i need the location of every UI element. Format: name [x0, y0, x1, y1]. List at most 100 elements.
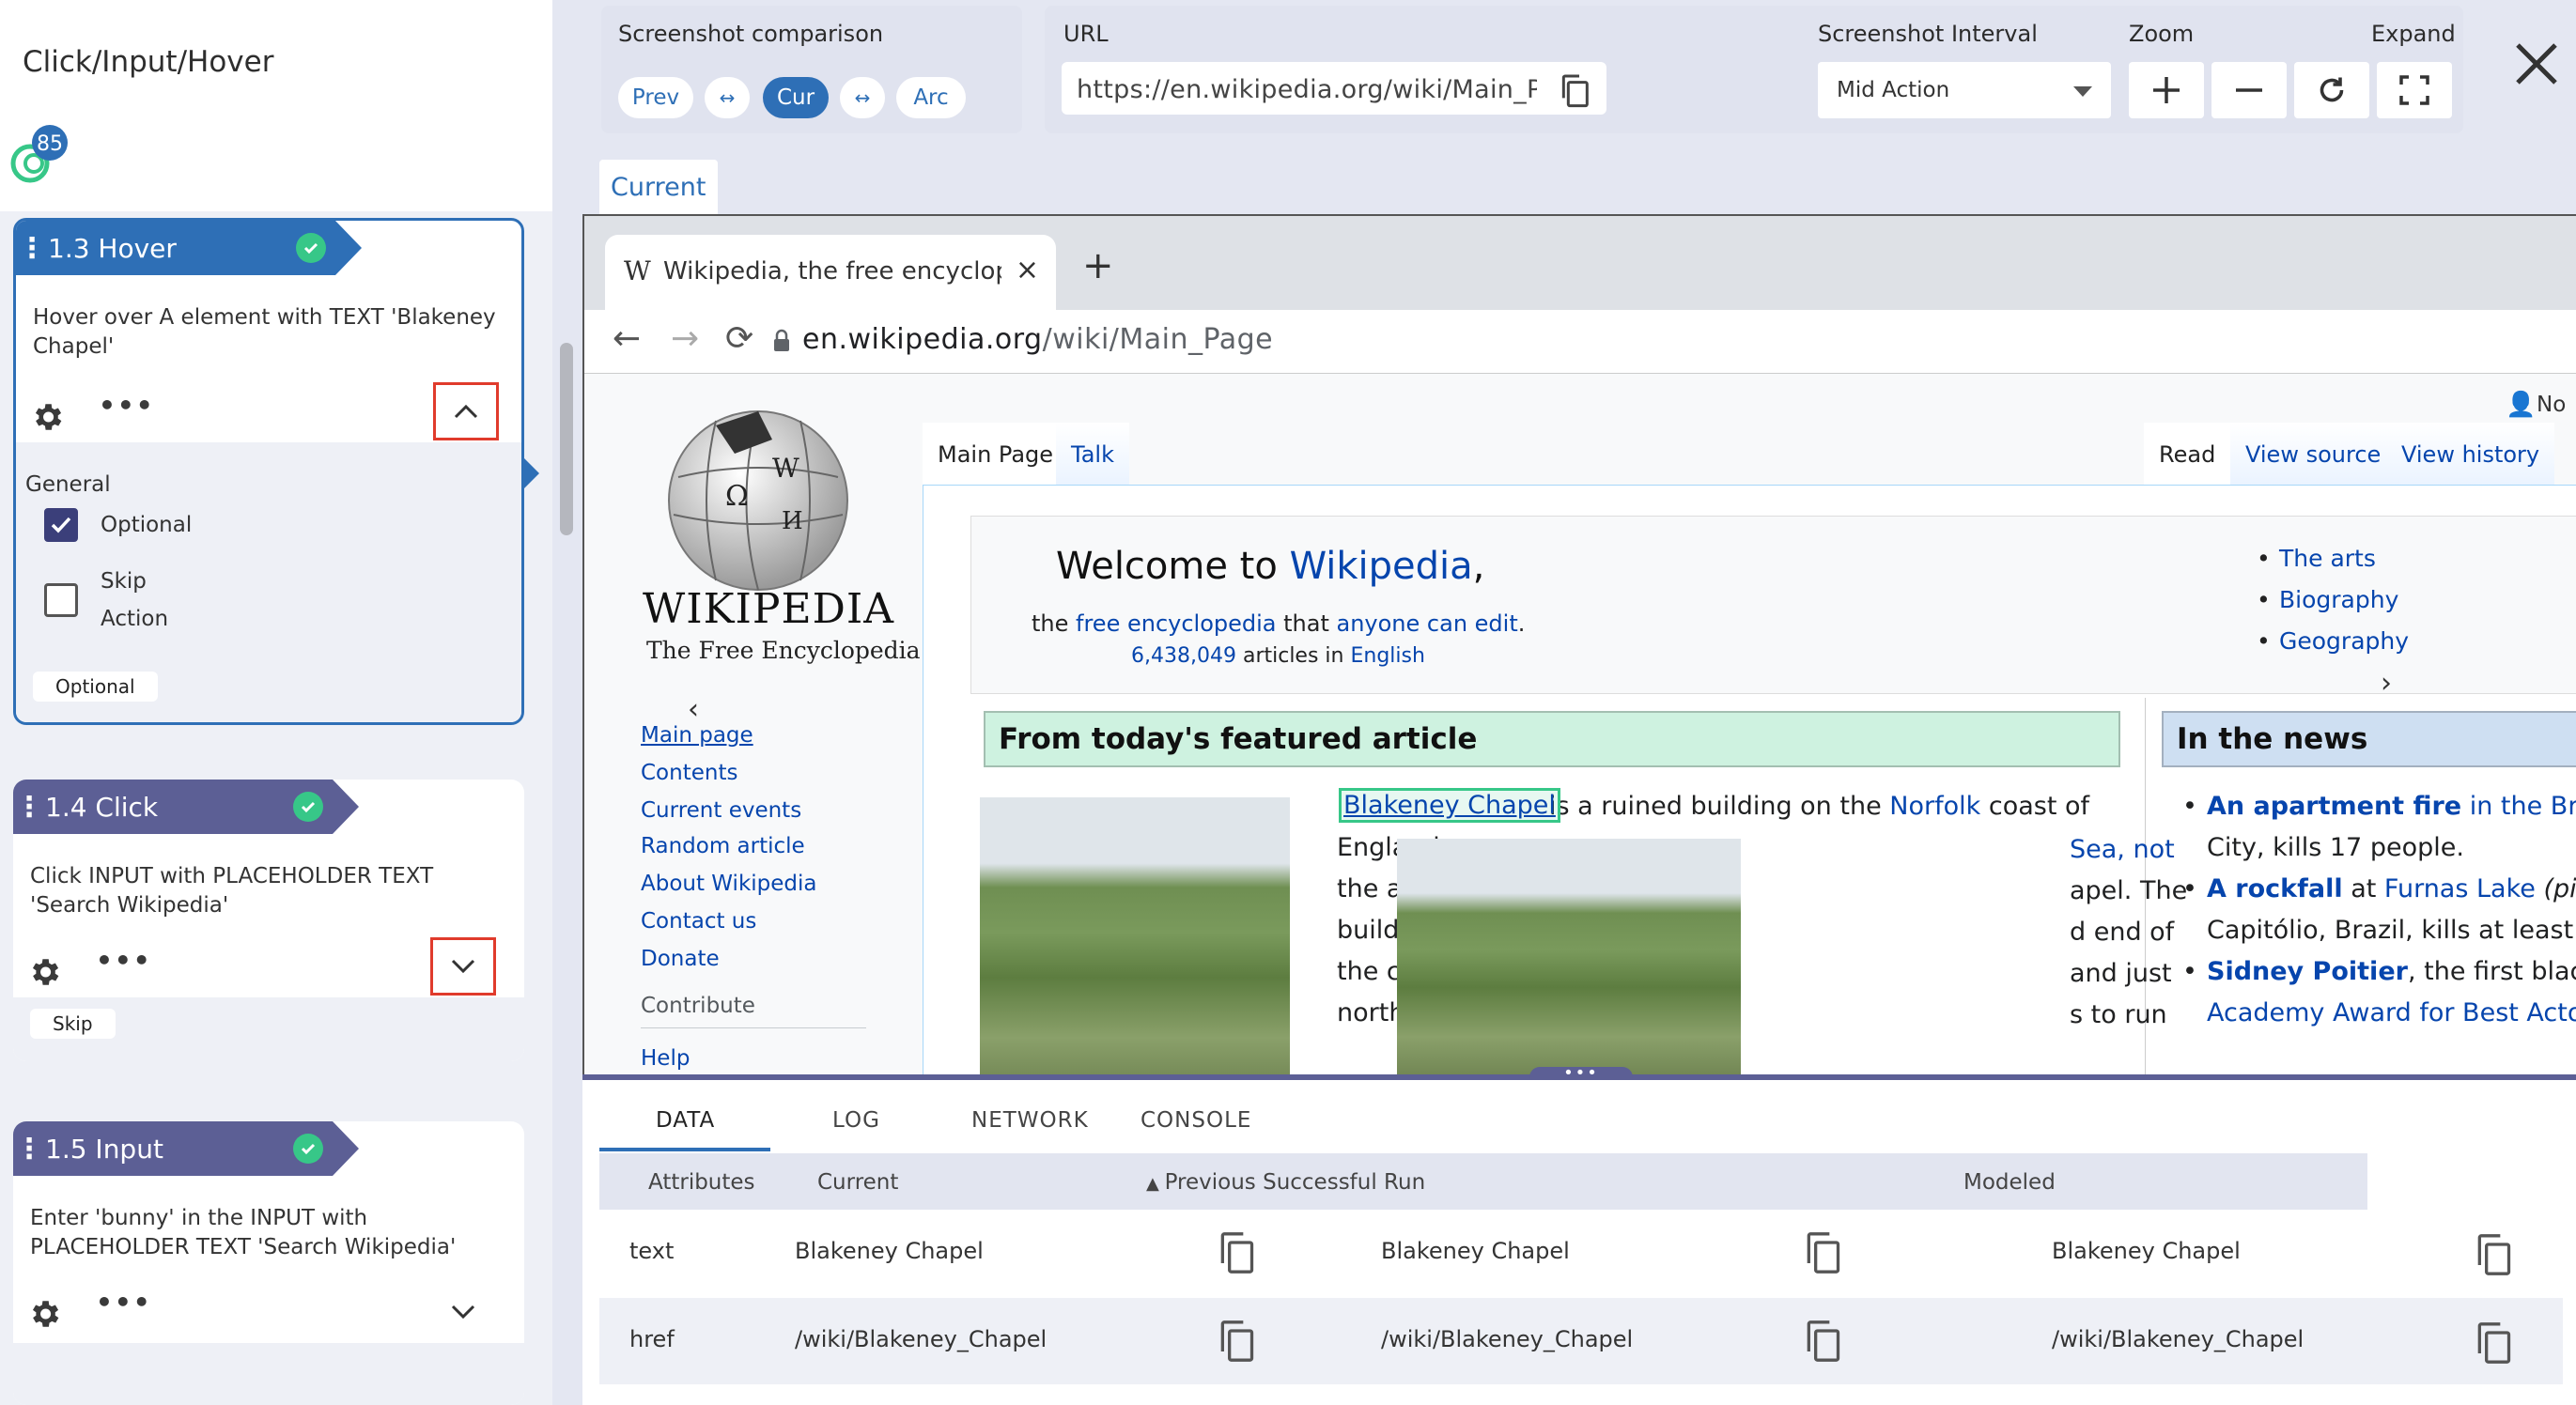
- step-list-scrollbar[interactable]: [560, 343, 573, 535]
- expand-button[interactable]: [2377, 62, 2452, 118]
- address-path: /wiki/Main_Page: [1042, 323, 1274, 356]
- featured-fragment: apel. The: [2070, 876, 2188, 905]
- optional-checkbox[interactable]: [44, 508, 78, 542]
- news-list: An apartment fire in the Bronx City, kil…: [2182, 786, 2576, 1034]
- active-tab-indicator: [599, 1148, 770, 1151]
- news-text: Academy Award for Best Actor: [2207, 998, 2576, 1027]
- close-button[interactable]: [2510, 38, 2563, 90]
- copy-icon[interactable]: [1556, 71, 1593, 116]
- featured-fragment: d end of: [2070, 918, 2175, 947]
- comparison-label: Screenshot comparison: [618, 21, 884, 47]
- copy-icon[interactable]: [1216, 1319, 1257, 1364]
- zoom-in-button[interactable]: [2129, 62, 2204, 118]
- drag-handle-icon[interactable]: ⋮: [13, 1133, 45, 1166]
- cell-modeled: Blakeney Chapel: [2052, 1238, 2241, 1264]
- portal-arts: The arts: [2257, 545, 2376, 572]
- status-badge: Skip: [30, 1009, 116, 1039]
- browser-tab-strip: W Wikipedia, the free encyclopedia × +: [584, 216, 2576, 310]
- selected-indicator: [524, 458, 539, 488]
- welcome-suffix: ,: [1472, 545, 1485, 588]
- more-options-icon[interactable]: •••: [99, 390, 155, 421]
- url-value: https://en.wikipedia.org/wiki/Main_Page: [1077, 75, 1537, 104]
- more-options-icon[interactable]: •••: [96, 1287, 152, 1318]
- expand-button[interactable]: [430, 937, 496, 996]
- news-italic: (pict: [2543, 874, 2576, 903]
- prev-button[interactable]: Prev: [618, 77, 693, 118]
- step-ribbon[interactable]: ⋮ 1.5 Input: [13, 1121, 359, 1176]
- copy-icon[interactable]: [1216, 1230, 1257, 1275]
- interval-select[interactable]: Mid Action: [1818, 62, 2111, 118]
- step-footer: [13, 1343, 524, 1405]
- address-host: en.wikipedia.org: [802, 323, 1043, 356]
- cell-previous: /wiki/Blakeney_Chapel: [1381, 1326, 1634, 1352]
- step-description: Click INPUT with PLACEHOLDER TEXT 'Searc…: [30, 864, 434, 918]
- wikipedia-wordmark: WIKIPEDIA: [643, 585, 895, 633]
- hover-preview-image: [1397, 839, 1741, 1076]
- cur-button[interactable]: Cur: [763, 77, 829, 118]
- featured-article-heading: From today's featured article: [984, 711, 2120, 767]
- step-card-1-4[interactable]: ⋮ 1.4 Click Click INPUT with PLACEHOLDER…: [13, 780, 524, 1061]
- address-bar: en.wikipedia.org/wiki/Main_Page: [802, 323, 1273, 356]
- copy-icon[interactable]: [1802, 1230, 1843, 1275]
- refresh-icon: [2320, 77, 2344, 102]
- step-ribbon[interactable]: ⋮ 1.3 Hover: [16, 221, 362, 275]
- step-card-1-3[interactable]: ⋮ 1.3 Hover Hover over A element with TE…: [13, 218, 524, 725]
- wikipedia-globe-logo: Ω W И: [668, 410, 848, 591]
- count-text: articles in: [1235, 644, 1351, 668]
- copy-icon[interactable]: [2473, 1232, 2514, 1277]
- tab-console[interactable]: CONSOLE: [1141, 1108, 1251, 1133]
- arc-button[interactable]: Arc: [896, 77, 966, 118]
- gear-icon[interactable]: [26, 1296, 62, 1332]
- nav-help: Help: [641, 1046, 691, 1071]
- gear-icon[interactable]: [29, 399, 65, 435]
- drag-handle-icon[interactable]: ⋮: [16, 232, 48, 265]
- swap-cur-arc-button[interactable]: ↔: [840, 77, 885, 118]
- reset-zoom-button[interactable]: [2294, 62, 2369, 118]
- drag-handle-icon[interactable]: ⋮: [13, 791, 45, 824]
- welcome-prefix: Welcome to: [1056, 545, 1290, 588]
- step-card-1-5[interactable]: ⋮ 1.5 Input Enter 'bunny' in the INPUT w…: [13, 1121, 524, 1405]
- news-text: City, kills 17 people.: [2207, 833, 2464, 862]
- step-settings: General Optional Skip Action Optional: [16, 442, 521, 722]
- featured-fragment: Sea, not: [2070, 835, 2175, 864]
- wp-tab-main-page: Main Page: [923, 423, 1069, 486]
- nav-current-events: Current events: [641, 798, 802, 823]
- expand-button[interactable]: [430, 1283, 496, 1341]
- article-count-link: 6,438,049: [1131, 644, 1236, 668]
- copy-icon[interactable]: [2473, 1320, 2514, 1366]
- swap-prev-cur-button[interactable]: ↔: [705, 77, 750, 118]
- wp-tab-read: Read: [2144, 423, 2231, 486]
- tab-data[interactable]: DATA: [656, 1108, 715, 1133]
- cell-current: Blakeney Chapel: [795, 1238, 984, 1264]
- step-footer: Skip: [13, 997, 524, 1061]
- step-panel: Click/Input/Hover 85 ⋮ 1.3 Hover Hover o…: [0, 0, 552, 1405]
- data-panel: DATA LOG NETWORK CONSOLE Attributes Curr…: [582, 1080, 2576, 1405]
- fullscreen-icon: [2399, 75, 2429, 105]
- free-encyclopedia-link: free encyclopedia: [1076, 610, 1277, 637]
- news-text: Capitólio, Brazil, kills at least 1: [2207, 916, 2576, 945]
- url-field[interactable]: https://en.wikipedia.org/wiki/Main_Page: [1062, 62, 1606, 115]
- sub-text: that: [1276, 610, 1337, 637]
- more-options-icon[interactable]: •••: [96, 945, 152, 976]
- step-ribbon[interactable]: ⋮ 1.4 Click: [13, 780, 359, 834]
- copy-icon[interactable]: [1802, 1319, 1843, 1364]
- header-previous-label: Previous Successful Run: [1164, 1170, 1426, 1195]
- tab-log[interactable]: LOG: [832, 1108, 880, 1133]
- success-check-icon: [293, 1134, 323, 1164]
- close-icon: [2516, 43, 2557, 85]
- tab-network[interactable]: NETWORK: [971, 1108, 1089, 1133]
- zoom-out-button[interactable]: [2211, 62, 2287, 118]
- divider: [641, 1027, 866, 1028]
- news-link: Furnas Lake: [2383, 874, 2536, 903]
- skip-action-checkbox[interactable]: [44, 583, 78, 617]
- collapse-button[interactable]: [433, 382, 499, 440]
- gear-icon[interactable]: [26, 954, 62, 990]
- user-status: No: [2537, 393, 2567, 417]
- hover-target-link: Blakeney Chapel: [1339, 788, 1560, 823]
- back-icon: ←: [613, 319, 642, 358]
- featured-image: [980, 797, 1290, 1076]
- screenshot-viewer: W Wikipedia, the free encyclopedia × + ←…: [582, 214, 2576, 1076]
- browser-tab: W Wikipedia, the free encyclopedia ×: [605, 235, 1056, 310]
- tab-current[interactable]: Current: [599, 160, 718, 216]
- header-previous[interactable]: ▲ Previous Successful Run: [1146, 1170, 1425, 1195]
